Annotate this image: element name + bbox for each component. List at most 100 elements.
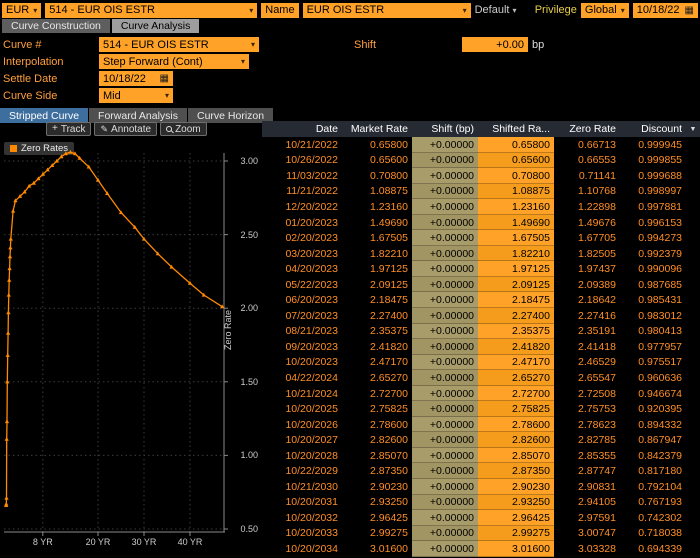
zero-rate-chart[interactable] — [4, 147, 230, 539]
curve-side-dropdown[interactable]: Mid ▾ — [99, 88, 173, 103]
market-rate-cell[interactable]: 1.97125 — [342, 261, 412, 277]
shift-cell[interactable]: +0.00000 — [412, 199, 478, 215]
table-row[interactable]: 10/20/20232.47170+0.000002.471702.465290… — [262, 355, 700, 371]
shift-cell[interactable]: +0.00000 — [412, 432, 478, 448]
market-rate-cell[interactable]: 2.99275 — [342, 526, 412, 542]
table-row[interactable]: 02/20/20231.67505+0.000001.675051.677050… — [262, 230, 700, 246]
header-shift-bp[interactable]: Shift (bp) — [412, 121, 478, 137]
table-row[interactable]: 10/21/20242.72700+0.000002.727002.725080… — [262, 386, 700, 402]
sort-arrow-icon[interactable]: ▼ — [686, 121, 700, 137]
table-row[interactable]: 09/20/20232.41820+0.000002.418202.414180… — [262, 339, 700, 355]
table-row[interactable]: 11/03/20220.70800+0.000000.708000.711410… — [262, 168, 700, 184]
market-rate-cell[interactable]: 2.65270 — [342, 370, 412, 386]
table-row[interactable]: 11/21/20221.08875+0.000001.088751.107680… — [262, 184, 700, 200]
table-row[interactable]: 10/20/20322.96425+0.000002.964252.975910… — [262, 510, 700, 526]
shift-cell[interactable]: +0.00000 — [412, 510, 478, 526]
market-rate-cell[interactable]: 2.87350 — [342, 463, 412, 479]
privilege-dropdown[interactable]: Global ▾ — [581, 3, 629, 18]
curve-number-dropdown[interactable]: 514 - EUR OIS ESTR ▾ — [99, 37, 259, 52]
shift-cell[interactable]: +0.00000 — [412, 495, 478, 511]
as-of-date-field[interactable]: 10/18/22 ▦ — [633, 3, 698, 18]
market-rate-cell[interactable]: 1.49690 — [342, 215, 412, 231]
ticker-dropdown[interactable]: EUR ▾ — [2, 3, 41, 18]
table-row[interactable]: 10/21/20220.65800+0.000000.658000.667130… — [262, 137, 700, 153]
market-rate-cell[interactable]: 2.47170 — [342, 355, 412, 371]
shift-cell[interactable]: +0.00000 — [412, 339, 478, 355]
shift-input[interactable]: +0.00 — [462, 37, 528, 52]
zoom-button[interactable]: Zoom — [160, 122, 207, 136]
default-dropdown[interactable]: Default ▾ — [475, 4, 517, 16]
shift-cell[interactable]: +0.00000 — [412, 277, 478, 293]
header-market-rate[interactable]: Market Rate — [342, 121, 412, 137]
shift-cell[interactable]: +0.00000 — [412, 292, 478, 308]
shift-cell[interactable]: +0.00000 — [412, 261, 478, 277]
market-rate-cell[interactable]: 2.35375 — [342, 324, 412, 340]
market-rate-cell[interactable]: 0.70800 — [342, 168, 412, 184]
shift-cell[interactable]: +0.00000 — [412, 246, 478, 262]
shift-cell[interactable]: +0.00000 — [412, 479, 478, 495]
table-row[interactable]: 04/20/20231.97125+0.000001.971251.974370… — [262, 261, 700, 277]
market-rate-cell[interactable]: 3.01600 — [342, 541, 412, 557]
name-field[interactable]: EUR OIS ESTR ▾ — [303, 3, 471, 18]
market-rate-cell[interactable]: 2.72700 — [342, 386, 412, 402]
market-rate-cell[interactable]: 2.78600 — [342, 417, 412, 433]
market-rate-cell[interactable]: 2.75825 — [342, 401, 412, 417]
shift-cell[interactable]: +0.00000 — [412, 417, 478, 433]
interpolation-dropdown[interactable]: Step Forward (Cont) ▾ — [99, 54, 249, 69]
market-rate-cell[interactable]: 0.65600 — [342, 153, 412, 169]
table-row[interactable]: 10/20/20312.93250+0.000002.932502.941050… — [262, 495, 700, 511]
table-row[interactable]: 01/20/20231.49690+0.000001.496901.496760… — [262, 215, 700, 231]
market-rate-cell[interactable]: 2.93250 — [342, 495, 412, 511]
table-row[interactable]: 10/26/20220.65600+0.000000.656000.665530… — [262, 153, 700, 169]
table-row[interactable]: 12/20/20221.23160+0.000001.231601.228980… — [262, 199, 700, 215]
shift-cell[interactable]: +0.00000 — [412, 448, 478, 464]
header-date[interactable]: Date — [262, 121, 342, 137]
table-row[interactable]: 03/20/20231.82210+0.000001.822101.825050… — [262, 246, 700, 262]
shift-cell[interactable]: +0.00000 — [412, 401, 478, 417]
shift-cell[interactable]: +0.00000 — [412, 153, 478, 169]
shift-cell[interactable]: +0.00000 — [412, 355, 478, 371]
shift-cell[interactable]: +0.00000 — [412, 541, 478, 557]
market-rate-cell[interactable]: 1.82210 — [342, 246, 412, 262]
settle-date-field[interactable]: 10/18/22 ▦ — [99, 71, 173, 86]
market-rate-cell[interactable]: 1.67505 — [342, 230, 412, 246]
market-rate-cell[interactable]: 2.41820 — [342, 339, 412, 355]
table-row[interactable]: 08/21/20232.35375+0.000002.353752.351910… — [262, 324, 700, 340]
table-row[interactable]: 07/20/20232.27400+0.000002.274002.274160… — [262, 308, 700, 324]
table-row[interactable]: 10/20/20272.82600+0.000002.826002.827850… — [262, 432, 700, 448]
table-row[interactable]: 10/20/20332.99275+0.000002.992753.007470… — [262, 526, 700, 542]
header-discount[interactable]: Discount — [620, 121, 686, 137]
market-rate-cell[interactable]: 2.96425 — [342, 510, 412, 526]
annotate-button[interactable]: ✎ Annotate — [94, 122, 157, 136]
shift-cell[interactable]: +0.00000 — [412, 215, 478, 231]
market-rate-cell[interactable]: 2.27400 — [342, 308, 412, 324]
market-rate-cell[interactable]: 2.18475 — [342, 292, 412, 308]
shift-cell[interactable]: +0.00000 — [412, 324, 478, 340]
table-row[interactable]: 10/20/20343.01600+0.000003.016003.033280… — [262, 541, 700, 557]
table-row[interactable]: 05/22/20232.09125+0.000002.091252.093890… — [262, 277, 700, 293]
market-rate-cell[interactable]: 2.09125 — [342, 277, 412, 293]
shift-cell[interactable]: +0.00000 — [412, 137, 478, 153]
table-row[interactable]: 06/20/20232.18475+0.000002.184752.186420… — [262, 292, 700, 308]
market-rate-cell[interactable]: 2.82600 — [342, 432, 412, 448]
tab-curve-analysis[interactable]: Curve Analysis — [112, 19, 199, 33]
table-row[interactable]: 10/20/20252.75825+0.000002.758252.757530… — [262, 401, 700, 417]
table-row[interactable]: 04/22/20242.65270+0.000002.652702.655470… — [262, 370, 700, 386]
market-rate-cell[interactable]: 0.65800 — [342, 137, 412, 153]
shift-cell[interactable]: +0.00000 — [412, 386, 478, 402]
market-rate-cell[interactable]: 1.08875 — [342, 184, 412, 200]
header-zero-rate[interactable]: Zero Rate — [554, 121, 620, 137]
shift-cell[interactable]: +0.00000 — [412, 526, 478, 542]
shift-cell[interactable]: +0.00000 — [412, 184, 478, 200]
tab-curve-construction[interactable]: Curve Construction — [2, 19, 110, 33]
shift-cell[interactable]: +0.00000 — [412, 230, 478, 246]
track-button[interactable]: + Track — [46, 122, 91, 136]
table-row[interactable]: 10/21/20302.90230+0.000002.902302.908310… — [262, 479, 700, 495]
market-rate-cell[interactable]: 1.23160 — [342, 199, 412, 215]
table-row[interactable]: 10/22/20292.87350+0.000002.873502.877470… — [262, 463, 700, 479]
header-shifted-rate[interactable]: Shifted Ra... — [478, 121, 554, 137]
table-row[interactable]: 10/20/20262.78600+0.000002.786002.786230… — [262, 417, 700, 433]
market-rate-cell[interactable]: 2.85070 — [342, 448, 412, 464]
shift-cell[interactable]: +0.00000 — [412, 168, 478, 184]
shift-cell[interactable]: +0.00000 — [412, 308, 478, 324]
